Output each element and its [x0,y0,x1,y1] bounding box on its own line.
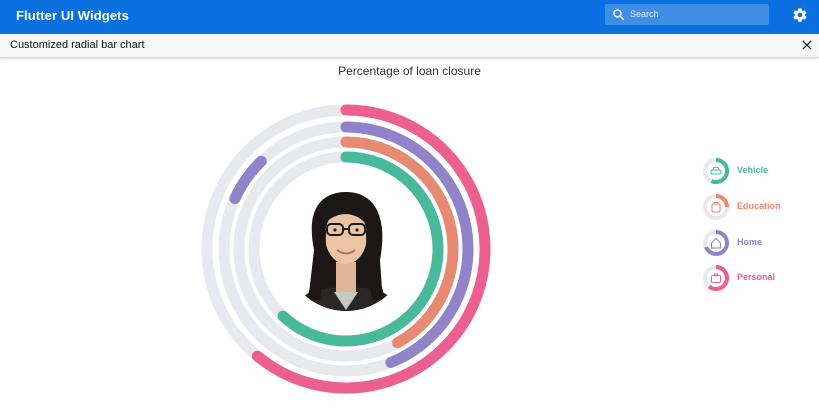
school-bag-icon [703,194,729,220]
person-photo [284,187,408,311]
radial-bar-chart [201,104,491,394]
legend-item-home[interactable]: Home [702,229,812,257]
legend-label-education: Education [737,201,781,211]
car-icon [703,157,730,184]
legend-item-education[interactable]: Education [702,193,812,221]
briefcase-icon [703,265,729,291]
legend-label-vehicle: Vehicle [737,165,769,175]
legend-label-personal: Personal [737,272,776,282]
legend-label-home: Home [737,237,763,247]
house-icon [703,230,729,257]
legend-item-vehicle[interactable]: Vehicle [702,157,812,185]
legend-item-personal[interactable]: Personal [702,264,812,292]
